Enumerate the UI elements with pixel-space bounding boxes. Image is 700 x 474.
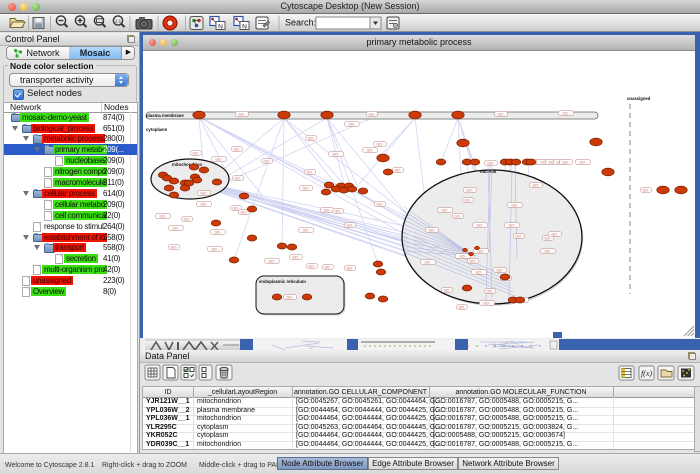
svg-text:N: N — [242, 24, 247, 31]
svg-text:GO:-: GO:- — [444, 289, 451, 293]
svg-text:GO:-: GO:- — [429, 229, 436, 233]
svg-text:f(x): f(x) — [641, 369, 652, 378]
svg-text:GO:-: GO:- — [347, 267, 354, 271]
svg-text:GO:-: GO:- — [293, 256, 300, 260]
svg-text:unassigned: unassigned — [627, 96, 651, 101]
svg-text:GO:-: GO:- — [303, 229, 310, 233]
svg-text:GO:-: GO:- — [212, 248, 219, 252]
svg-text:GO:-: GO:- — [377, 143, 384, 147]
svg-text:GO:-: GO:- — [563, 161, 570, 165]
svg-text:GO:-: GO:- — [509, 224, 516, 228]
svg-text:GO:-: GO:- — [476, 271, 483, 275]
svg-text:GO:-: GO:- — [442, 209, 449, 213]
svg-text:GO:-: GO:- — [512, 204, 519, 208]
svg-text:GO:-: GO:- — [425, 261, 432, 265]
svg-text:GO:-: GO:- — [545, 250, 552, 254]
svg-text:GO:-: GO:- — [643, 189, 650, 193]
svg-text:GO:-: GO:- — [465, 199, 472, 203]
svg-text:GO:-: GO:- — [308, 137, 315, 141]
svg-text:GO:-: GO:- — [347, 224, 354, 228]
svg-text:GO:-: GO:- — [484, 302, 491, 306]
svg-text:GO:-: GO:- — [455, 215, 462, 219]
svg-text:GO:-: GO:- — [545, 237, 552, 241]
svg-text:GO:-: GO:- — [234, 148, 241, 152]
svg-text:GO:-: GO:- — [235, 177, 242, 181]
svg-text:GO:-: GO:- — [477, 224, 484, 228]
svg-text:GO:-: GO:- — [201, 203, 208, 207]
svg-text:GO:-: GO:- — [173, 227, 180, 231]
svg-text:GO:-: GO:- — [349, 123, 356, 127]
svg-text:GO:-: GO:- — [488, 162, 495, 166]
svg-text:GO:-: GO:- — [487, 290, 494, 294]
svg-text:GO:-: GO:- — [309, 265, 316, 269]
svg-text:GO:-: GO:- — [467, 189, 474, 193]
svg-text:GO:-: GO:- — [171, 246, 178, 250]
svg-text:1:1: 1:1 — [115, 19, 122, 24]
svg-text:GO:-: GO:- — [269, 260, 276, 264]
svg-text:GO:-: GO:- — [498, 113, 505, 117]
svg-text:GO:-: GO:- — [233, 207, 240, 211]
svg-text:N: N — [218, 24, 223, 31]
svg-text:GO:-: GO:- — [377, 203, 384, 207]
svg-text:GO:-: GO:- — [395, 169, 402, 173]
svg-text:GO:-: GO:- — [216, 158, 223, 162]
svg-text:GO:-: GO:- — [497, 269, 504, 273]
svg-text:GO:-: GO:- — [325, 266, 332, 270]
svg-text:GO:-: GO:- — [215, 231, 222, 235]
svg-text:GO:-: GO:- — [459, 306, 466, 310]
svg-text:GO:-: GO:- — [264, 160, 271, 164]
svg-text:GO:-: GO:- — [184, 218, 191, 222]
svg-text:GO:-: GO:- — [241, 211, 248, 215]
svg-text:GO:-: GO:- — [580, 161, 587, 165]
svg-text:GO:-: GO:- — [563, 112, 570, 116]
svg-text:GO:-: GO:- — [303, 187, 310, 191]
svg-text:GO:-: GO:- — [460, 255, 467, 259]
svg-text:GO:-: GO:- — [516, 235, 523, 239]
svg-text:GO:-: GO:- — [369, 113, 376, 117]
svg-text:plasma membrane: plasma membrane — [146, 113, 184, 118]
svg-text:GO:-: GO:- — [367, 149, 374, 153]
svg-text:GO:-: GO:- — [160, 215, 167, 219]
svg-text:GO:-: GO:- — [307, 171, 314, 175]
svg-text:GO:-: GO:- — [287, 296, 294, 300]
svg-text:cytoplasm: cytoplasm — [146, 127, 167, 132]
svg-text:GO:-: GO:- — [470, 260, 477, 264]
svg-text:GO:-: GO:- — [552, 233, 559, 237]
svg-text:GO:-: GO:- — [333, 153, 340, 157]
svg-text:GO:-: GO:- — [193, 152, 200, 156]
svg-text:endoplasmic reticulum: endoplasmic reticulum — [259, 279, 306, 284]
svg-text:GO:-: GO:- — [201, 192, 208, 196]
svg-text:GO:-: GO:- — [533, 184, 540, 188]
svg-text:GO:-: GO:- — [324, 209, 331, 213]
svg-text:Search:: Search: — [285, 18, 316, 28]
svg-text:GO:-: GO:- — [239, 113, 246, 117]
svg-text:GO:-: GO:- — [335, 210, 342, 214]
svg-text:GO:-: GO:- — [478, 250, 485, 254]
